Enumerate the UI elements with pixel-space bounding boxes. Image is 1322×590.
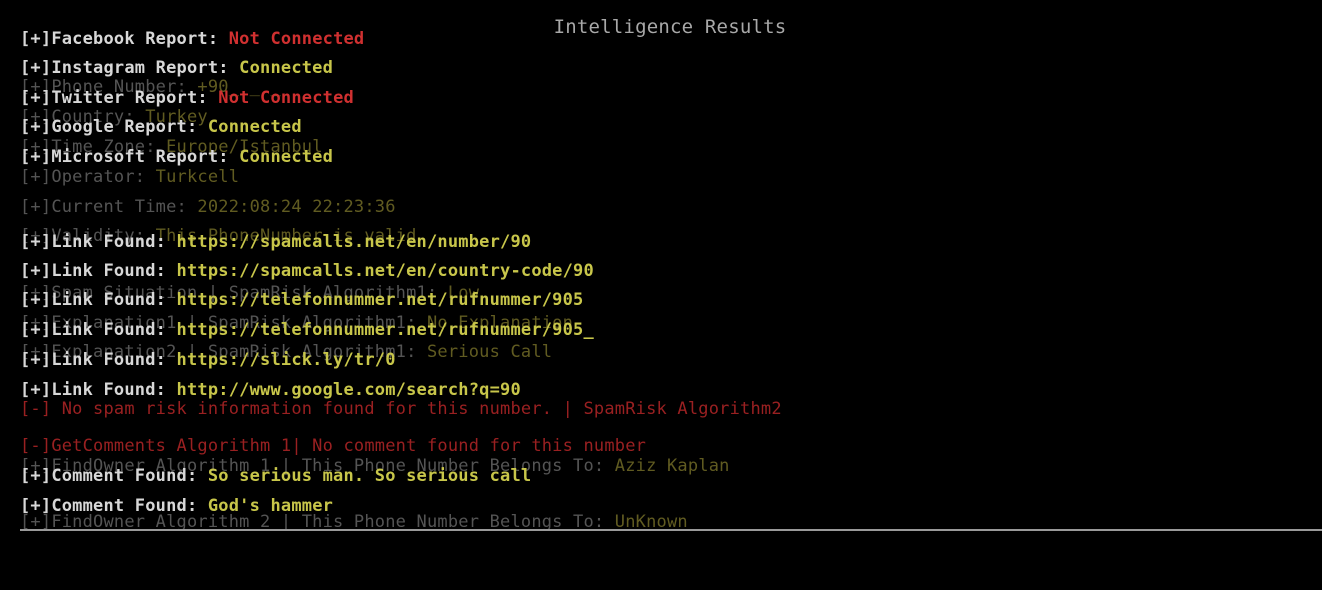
line-label: Operator: [51,167,156,187]
line-prefix: [-] [20,399,62,419]
google-report-line: [+]Google Report: Connected [20,116,302,138]
line-prefix: [+] [20,290,52,310]
link-value: https://spamcalls.net/en/country-code/90 [176,261,594,281]
get-comments-error-line: [-]GetComments Algorithm 1| No comment f… [20,435,646,457]
comment-value: So serious man. So serious call [207,466,532,486]
line-value: Connected [239,58,334,78]
line-label: Comment Found: [51,496,208,516]
line-prefix: [+] [20,29,52,49]
line-value: 2022:08:24 22:23:36 [197,197,396,217]
link-value: http://www.google.com/search?q=90 [176,380,521,400]
link-value: https://telefonnummer.net/rufnummer/905 [176,290,584,310]
line-label: Link Found: [51,232,177,252]
line-label: Current Time: [51,197,198,217]
operator-line: [+]Operator: Turkcell [20,166,239,188]
line-prefix: [+] [20,350,52,370]
line-value: Not Connected [228,29,365,49]
line-prefix: [+] [20,117,52,137]
line-value: Connected [239,147,334,167]
line-value: Turkcell [155,167,240,187]
link-value: https://telefonnummer.net/rufnummer/905_ [176,320,594,340]
line-value: Connected [207,117,302,137]
comment-found-line: [+]Comment Found: God's hammer [20,495,333,517]
microsoft-report-line: [+]Microsoft Report: Connected [20,146,333,168]
line-prefix: [+] [20,380,52,400]
line-label: Google Report: [51,117,208,137]
line-prefix: [+] [20,320,52,340]
line-label: Link Found: [51,261,177,281]
link-found-line: [+]Link Found: http://www.google.com/sea… [20,379,521,401]
line-label: Facebook Report: [51,29,229,49]
line-prefix: [+] [20,147,52,167]
twitter-report-line: [+]Twitter Report: Not Connected [20,87,354,109]
current-time-line: [+]Current Time: 2022:08:24 22:23:36 [20,196,396,218]
line-label: Comment Found: [51,466,208,486]
link-found-line: [+]Link Found: https://spamcalls.net/en/… [20,260,594,282]
line-label: Twitter Report: [51,88,219,108]
spam-risk-error-line: [-] No spam risk information found for t… [20,398,782,420]
line-value: Serious Call [426,342,553,362]
line-label: Link Found: [51,380,177,400]
line-label: Link Found: [51,320,177,340]
line-label: Link Found: [51,350,177,370]
line-prefix: [+] [20,261,52,281]
instagram-report-line: [+]Instagram Report: Connected [20,57,333,79]
comment-value: God's hammer [207,496,334,516]
facebook-report-line: [+]Facebook Report: Not Connected [20,28,364,50]
line-label: Link Found: [51,290,177,310]
line-value: Not Connected [218,88,354,108]
line-prefix: [+] [20,58,52,78]
line-prefix: [+] [20,197,52,217]
line-label: Microsoft Report: [51,147,240,167]
line-label: Instagram Report: [51,58,240,78]
line-label: GetComments Algorithm 1| No comment foun… [51,436,647,456]
line-prefix: [+] [20,232,52,252]
comment-found-line: [+]Comment Found: So serious man. So ser… [20,465,531,487]
link-found-line: [+]Link Found: https://telefonnummer.net… [20,319,594,341]
line-prefix: [+] [20,466,52,486]
line-label: No spam risk information found for this … [61,399,782,419]
line-prefix: [+] [20,88,52,108]
link-value: https://spamcalls.net/en/number/90 [176,232,532,252]
link-value: https://slick.ly/tr/0 [176,350,396,370]
line-prefix: [-] [20,436,52,456]
link-found-line: [+]Link Found: https://spamcalls.net/en/… [20,231,531,253]
line-value: Aziz Kaplan [614,456,730,476]
line-prefix: [+] [20,496,52,516]
link-found-line: [+]Link Found: https://telefonnummer.net… [20,289,584,311]
link-found-line: [+]Link Found: https://slick.ly/tr/0 [20,349,396,371]
line-prefix: [+] [20,167,52,187]
divider [20,529,1322,531]
